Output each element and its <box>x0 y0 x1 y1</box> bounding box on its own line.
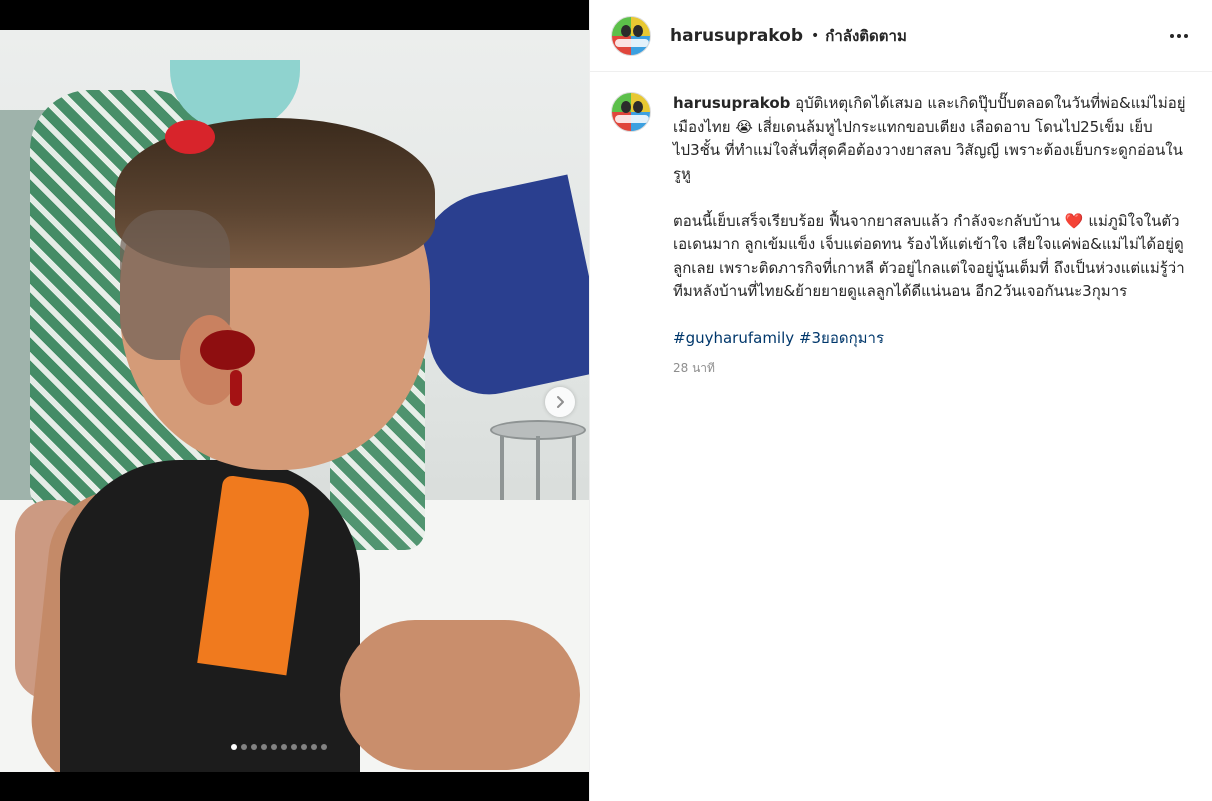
carousel-indicator <box>231 744 327 750</box>
photo-ear-wound-drip <box>230 370 242 406</box>
carousel-dot <box>271 744 277 750</box>
carousel-dot <box>291 744 297 750</box>
post-photo[interactable] <box>0 30 589 772</box>
post-side-panel: harusuprakob • กำลังติดตาม harusuprakob … <box>589 0 1212 801</box>
photo-child-leg <box>340 620 580 770</box>
carousel-next-button[interactable] <box>545 387 575 417</box>
hashtag-link[interactable]: #guyharufamily <box>673 329 794 347</box>
carousel-dot <box>321 744 327 750</box>
carousel-dot <box>311 744 317 750</box>
caption-hashtags: #guyharufamily #3ยอดกุมาร <box>673 327 1188 351</box>
more-horizontal-icon <box>1170 34 1188 38</box>
post-header: harusuprakob • กำลังติดตาม <box>590 0 1212 72</box>
header-separator: • <box>811 27 820 44</box>
post-media <box>0 0 589 801</box>
photo-hair-tie <box>165 120 215 154</box>
header-username[interactable]: harusuprakob <box>670 26 803 46</box>
carousel-dot <box>241 744 247 750</box>
caption-paragraph-2: ตอนนี้เย็บเสร็จเรียบร้อย ฟื้นจากยาสลบแล้… <box>673 211 1185 301</box>
caption-avatar[interactable] <box>611 92 651 132</box>
more-options-button[interactable] <box>1167 24 1191 48</box>
carousel-dot <box>251 744 257 750</box>
carousel-dot <box>261 744 267 750</box>
hashtag-link[interactable]: #3ยอดกุมาร <box>799 329 884 347</box>
carousel-dot <box>231 744 237 750</box>
follow-status-button[interactable]: กำลังติดตาม <box>825 24 907 48</box>
caption-username[interactable]: harusuprakob <box>673 94 790 112</box>
carousel-dot <box>301 744 307 750</box>
avatar[interactable] <box>611 15 651 56</box>
caption-text: harusuprakob อุบัติเหตุเกิดได้เสมอ และเก… <box>673 92 1188 380</box>
post-timestamp[interactable]: 28 นาที <box>673 357 1188 381</box>
chevron-right-icon <box>557 396 564 408</box>
carousel-dot <box>281 744 287 750</box>
photo-ear-wound <box>200 330 255 370</box>
